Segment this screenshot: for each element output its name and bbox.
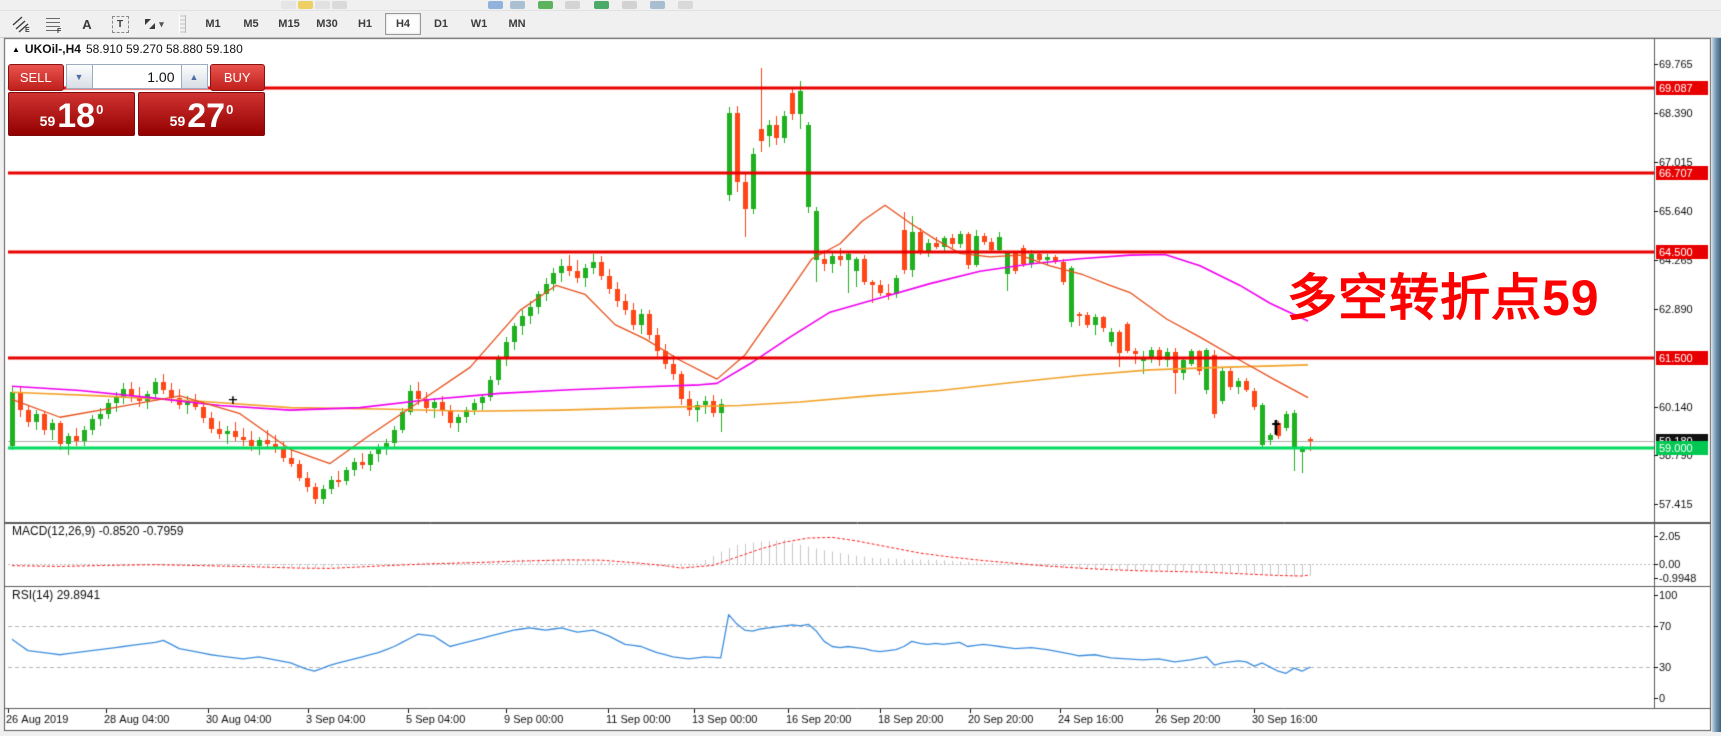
ask-price-major: 59 [170, 113, 186, 129]
volume-increase-button[interactable]: ▲ [181, 64, 208, 89]
collapse-triangle-icon[interactable]: ▲ [12, 45, 20, 54]
ask-price-pips: 27 [187, 99, 225, 133]
ask-price-tile[interactable]: 59 27 0 [138, 92, 265, 136]
window-edge-strip [1712, 38, 1721, 732]
symbol-timeframe-label: UKOil-,H4 [25, 42, 81, 56]
volume-decrease-button[interactable]: ▼ [66, 64, 93, 89]
bid-price-pips: 18 [57, 99, 95, 133]
sell-button[interactable]: SELL [8, 64, 64, 91]
buy-button[interactable]: BUY [210, 64, 266, 91]
chart-symbol-header[interactable]: ▲ UKOil-,H4 58.910 59.270 58.880 59.180 [12, 42, 243, 56]
chart-annotation-text: 多空转折点59 [1287, 258, 1600, 330]
ask-price-point: 0 [226, 102, 233, 117]
one-click-trade-panel: SELL ▼ ▲ BUY 59 18 0 59 27 0 [8, 64, 265, 136]
bid-price-point: 0 [96, 102, 103, 117]
volume-input[interactable] [93, 64, 181, 89]
bid-price-major: 59 [40, 113, 56, 129]
volume-stepper: ▼ ▲ [66, 64, 208, 89]
ohlc-values: 58.910 59.270 58.880 59.180 [86, 42, 243, 56]
bid-price-tile[interactable]: 59 18 0 [8, 92, 135, 136]
